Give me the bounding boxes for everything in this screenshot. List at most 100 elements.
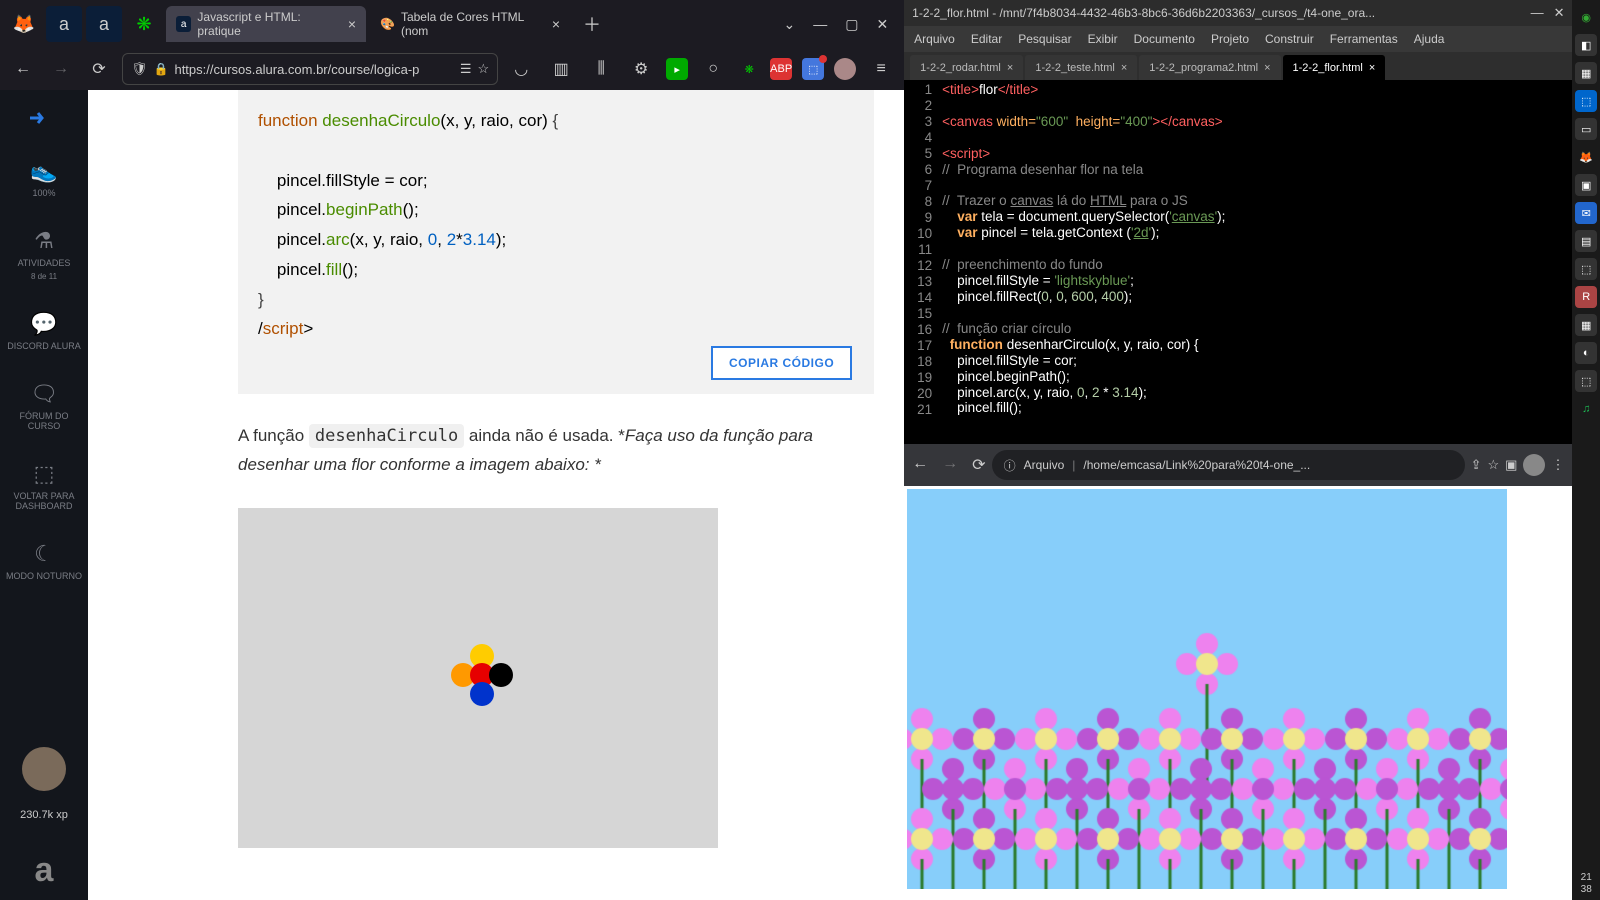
extension-icons: ◡ ▥ ⫼ ⚙ ▸ ○ ❋ ABP ⬚ ≡ (506, 54, 896, 84)
evernote-icon[interactable]: ❋ (738, 58, 760, 80)
progress-indicator: 👟 100% (24, 152, 63, 204)
menu-item[interactable]: Exibir (1088, 32, 1118, 46)
dock-icon[interactable]: ▭ (1575, 118, 1597, 140)
menu-item[interactable]: Documento (1134, 32, 1195, 46)
dock-icon[interactable]: ▣ (1575, 174, 1597, 196)
geany-tabs: 1-2-2_rodar.html×1-2-2_teste.html×1-2-2_… (904, 52, 1572, 80)
menu-item[interactable]: Ajuda (1414, 32, 1445, 46)
profile-icon[interactable] (1523, 454, 1545, 476)
maximize-button[interactable]: ▢ (845, 16, 858, 33)
close-icon[interactable]: × (1369, 62, 1375, 74)
share-icon[interactable]: ⇪ (1471, 457, 1482, 473)
dock-icon[interactable]: ⬚ (1575, 90, 1597, 112)
dock-icon[interactable]: 🦊 (1575, 146, 1597, 168)
editor-tab[interactable]: 1-2-2_flor.html× (1283, 55, 1386, 80)
back-button[interactable]: ← (912, 455, 928, 475)
chrome-url-bar[interactable]: ⓘ Arquivo | /home/emcasa/Link%20para%20t… (992, 450, 1465, 480)
bookmark-icon[interactable]: ☆ (1488, 457, 1500, 473)
menu-item[interactable]: Ferramentas (1330, 32, 1398, 46)
tab-inactive[interactable]: 🎨 Tabela de Cores HTML (nom × (370, 6, 570, 42)
flor-canvas (907, 489, 1507, 889)
list-tabs-icon[interactable]: ⌄ (783, 16, 795, 33)
pinned-tab-3[interactable]: ❋ (126, 6, 162, 42)
dock-icon[interactable]: ⬚ (1575, 258, 1597, 280)
dock-icon[interactable]: ▦ (1575, 314, 1597, 336)
sidebar-item-dashboard[interactable]: ⬚ VOLTAR PARA DASHBOARD (0, 455, 88, 517)
dock-icon[interactable]: ◉ (1575, 6, 1597, 28)
menu-item[interactable]: Projeto (1211, 32, 1249, 46)
reader-icon[interactable]: ▥ (546, 54, 576, 84)
page-action-icon[interactable]: ☰ (460, 61, 472, 77)
close-button[interactable]: ✕ (1554, 5, 1565, 21)
editor-tab[interactable]: 1-2-2_teste.html× (1025, 55, 1137, 80)
minimize-button[interactable]: — (813, 16, 827, 33)
forward-button[interactable]: → (46, 54, 76, 84)
menu-item[interactable]: Arquivo (914, 32, 955, 46)
sidebar-item-label: MODO NOTURNO (6, 571, 82, 581)
ext-icon-badge[interactable]: ⬚ (802, 58, 824, 80)
alura-logo[interactable] (22, 102, 66, 134)
ext-icon-circle[interactable]: ○ (698, 54, 728, 84)
dock-icon[interactable]: ♫ (1575, 398, 1597, 420)
tab-label: Javascript e HTML: pratique (197, 10, 341, 38)
ext-icon-green[interactable]: ▸ (666, 58, 688, 80)
pocket-icon[interactable]: ◡ (506, 54, 536, 84)
close-icon[interactable]: × (348, 16, 356, 32)
menu-item[interactable]: Editar (971, 32, 1002, 46)
panel-icon[interactable]: ▣ (1505, 457, 1517, 473)
firefox-window-controls: ⌄ — ▢ ✕ (783, 16, 898, 33)
alura-brand: a (35, 851, 54, 890)
editor-tab[interactable]: 1-2-2_programa2.html× (1139, 55, 1280, 80)
forward-button[interactable]: → (942, 455, 958, 475)
close-icon[interactable]: × (1264, 62, 1270, 74)
pinned-tab-2[interactable]: a (86, 6, 122, 42)
dock-icon[interactable]: ◐ (1575, 342, 1597, 364)
reload-button[interactable]: ⟳ (972, 455, 985, 475)
dock-icon[interactable]: ⬚ (1575, 370, 1597, 392)
abp-icon[interactable]: ABP (770, 58, 792, 80)
sidebar-item-atividades[interactable]: ⚗ ATIVIDADES 8 de 11 (12, 222, 77, 287)
close-icon[interactable]: × (552, 16, 560, 32)
prose-text: A função (238, 426, 309, 445)
avatar-icon[interactable] (834, 58, 856, 80)
dock-icon[interactable]: ✉ (1575, 202, 1597, 224)
dock-icon[interactable]: ▦ (1575, 62, 1597, 84)
ext-icon-1[interactable]: ⚙ (626, 54, 656, 84)
minimize-button[interactable]: — (1531, 5, 1544, 21)
dock-icon[interactable]: ▤ (1575, 230, 1597, 252)
shield-icon: 🛡 (131, 61, 148, 77)
sidebar-item-discord[interactable]: 💬 DISCORD ALURA (1, 305, 87, 357)
menu-button[interactable]: ≡ (866, 54, 896, 84)
tab-active[interactable]: a Javascript e HTML: pratique × (166, 6, 366, 42)
code-content[interactable]: <title>flor</title> <canvas width="600" … (938, 80, 1572, 444)
menu-item[interactable]: Construir (1265, 32, 1314, 46)
geany-editor[interactable]: 123456789101112131415161718192021 <title… (904, 80, 1572, 444)
dock-icon[interactable]: ◧ (1575, 34, 1597, 56)
sidebar-item-forum[interactable]: 🗨 FÓRUM DO CURSO (0, 375, 88, 437)
xp-label: 230.7k xp (20, 809, 68, 821)
menu-item[interactable]: Pesquisar (1018, 32, 1071, 46)
progress-label: 100% (32, 188, 55, 198)
close-icon[interactable]: × (1121, 62, 1127, 74)
editor-tab[interactable]: 1-2-2_rodar.html× (910, 55, 1023, 80)
url-prefix: Arquivo (1024, 458, 1065, 472)
close-button[interactable]: ✕ (876, 16, 888, 33)
dock-icon[interactable]: R (1575, 286, 1597, 308)
reload-button[interactable]: ⟳ (84, 54, 114, 84)
sidebar-item-noturno[interactable]: ☾ MODO NOTURNO (0, 535, 88, 587)
grid-icon: ⬚ (34, 461, 55, 487)
copy-code-button[interactable]: COPIAR CÓDIGO (711, 346, 852, 380)
sidebar-item-label: VOLTAR PARA DASHBOARD (6, 491, 82, 511)
pinned-tab-1[interactable]: a (46, 6, 82, 42)
bookmark-icon[interactable]: ☆ (478, 61, 490, 77)
menu-button[interactable]: ⋮ (1551, 457, 1564, 473)
tab-label: Tabela de Cores HTML (nom (401, 10, 546, 38)
back-button[interactable]: ← (8, 54, 38, 84)
user-avatar[interactable] (22, 747, 66, 791)
close-icon[interactable]: × (1007, 62, 1013, 74)
library-icon[interactable]: ⫼ (586, 54, 616, 84)
url-bar[interactable]: 🛡 🔒 https://cursos.alura.com.br/course/l… (122, 53, 498, 85)
sidebar-item-label: ATIVIDADES (18, 258, 71, 268)
firefox-toolbar: ← → ⟳ 🛡 🔒 https://cursos.alura.com.br/co… (0, 48, 904, 90)
new-tab-button[interactable]: ＋ (574, 6, 610, 42)
